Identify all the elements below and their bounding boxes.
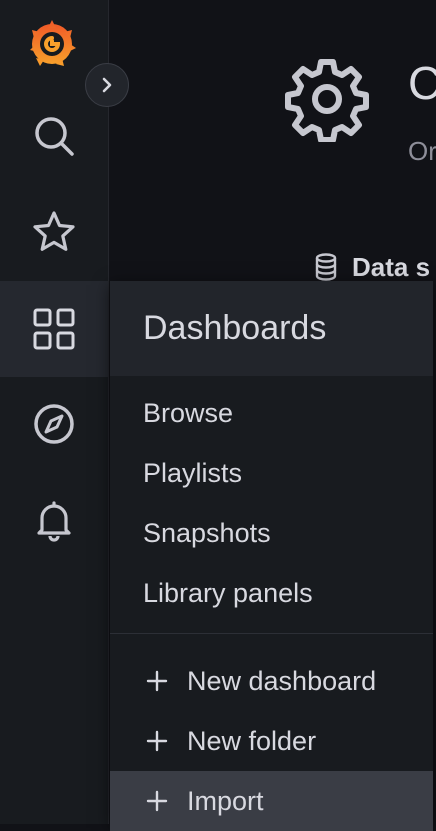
plus-icon (146, 790, 168, 812)
sidebar-item-starred[interactable] (0, 184, 108, 280)
star-icon (33, 211, 75, 251)
database-icon (315, 253, 337, 281)
menu-item-label: New folder (187, 725, 317, 756)
grafana-logo[interactable] (24, 16, 80, 72)
sidebar-item-explore[interactable] (0, 376, 108, 472)
sidebar-item-dashboards[interactable] (0, 281, 108, 377)
menu-item-label: Import (187, 785, 264, 816)
menu-divider (110, 633, 433, 634)
menu-item-import[interactable]: Import (110, 771, 433, 831)
menu-item-label: New dashboard (187, 665, 377, 696)
bell-icon (37, 501, 71, 542)
apps-grid-icon (33, 308, 75, 350)
menu-item-new-dashboard[interactable]: New dashboard (110, 651, 433, 711)
menu-item-playlists[interactable]: Playlists (110, 443, 433, 503)
page-subtitle: Or (408, 136, 436, 166)
tab-label: Data s (352, 252, 431, 282)
settings-gear-icon (285, 59, 369, 142)
sidebar (0, 0, 109, 824)
dashboards-menu: Dashboards Browse Playlists Snapshots Li… (110, 281, 433, 831)
chevron-right-icon (102, 77, 112, 93)
menu-item-snapshots[interactable]: Snapshots (110, 503, 433, 563)
compass-icon (34, 404, 74, 444)
dashboards-menu-header[interactable]: Dashboards (110, 281, 433, 376)
menu-item-new-folder[interactable]: New folder (110, 711, 433, 771)
sidebar-item-search[interactable] (0, 88, 108, 184)
search-icon (35, 117, 74, 156)
sidebar-toggle-button[interactable] (85, 63, 129, 107)
sidebar-item-alerting[interactable] (0, 472, 108, 568)
plus-icon (146, 670, 168, 692)
plus-icon (146, 730, 168, 752)
tab-data-sources[interactable]: Data s (314, 252, 436, 282)
menu-item-browse[interactable]: Browse (110, 383, 433, 443)
menu-item-library-panels[interactable]: Library panels (110, 563, 433, 623)
page-title: C (408, 57, 436, 109)
